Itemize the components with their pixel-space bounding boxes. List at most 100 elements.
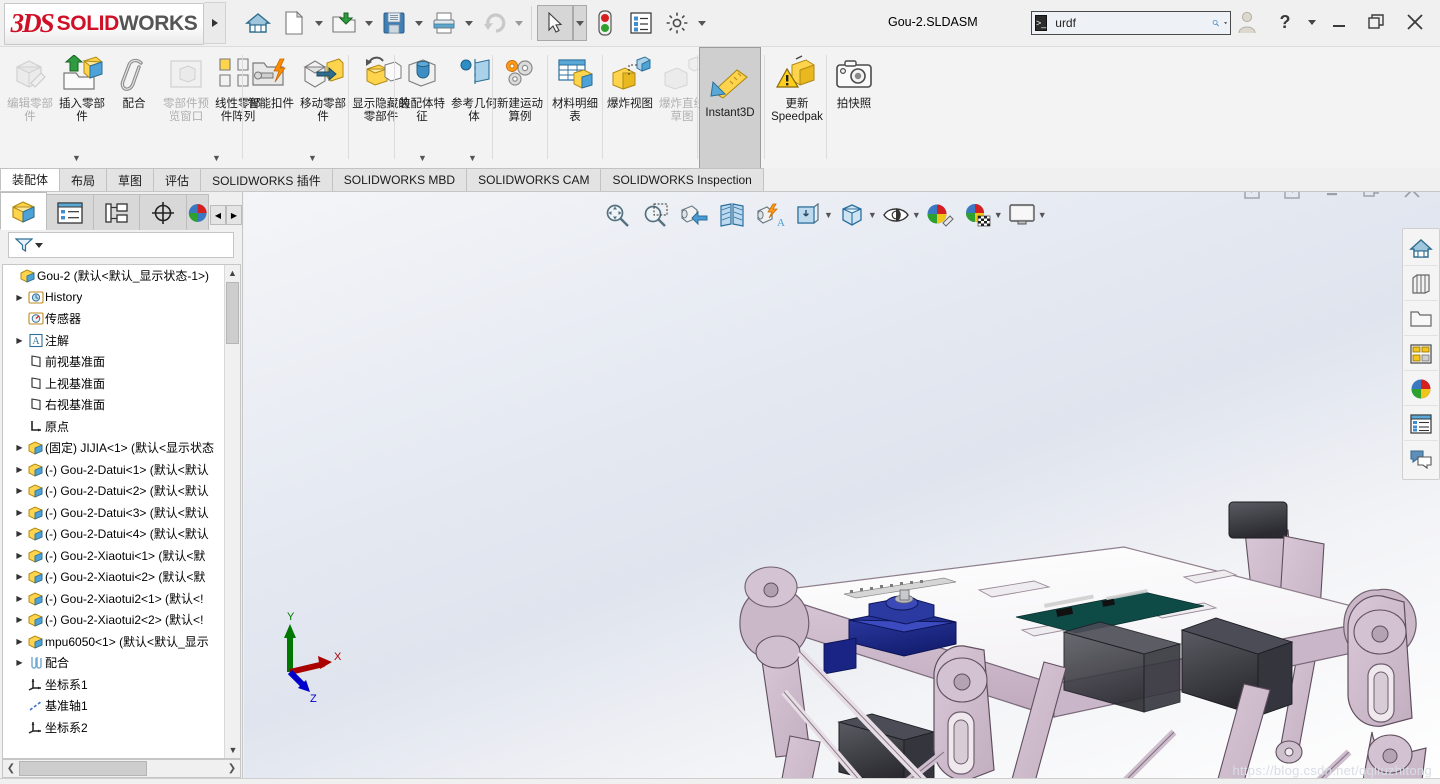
search-input[interactable] [1053,15,1213,31]
tree-horizontal-scrollbar[interactable]: ❮ ❯ [2,759,241,778]
tab-evaluate[interactable]: 评估 [153,168,202,191]
new-motion-study-button[interactable]: 新建运动算例 [494,47,546,159]
group4a-expand-caret[interactable]: ▼ [418,153,427,163]
configuration-manager-tab[interactable] [92,194,141,230]
tree-twisty[interactable]: ▶ [13,615,26,624]
instant3d-button[interactable]: Instant3D [699,47,761,169]
update-speedpak-button[interactable]: 更新 Speedpak [766,47,828,159]
edit-component-button[interactable]: 编辑零部件 [4,47,56,159]
assembly-features-button[interactable]: 装配体特征 [396,47,448,159]
tree-root[interactable]: Gou-2 (默认<默认_显示状态-1>) [3,265,225,287]
graphics-area[interactable]: A ▼ ▼ ▼ ▼ ▼ Y X Z https://blog.csdn.net/… [244,192,1440,784]
tree-datui-2[interactable]: ▶ (-) Gou-2-Datui<2> (默认<默认 [3,480,225,502]
dimxpert-manager-tab[interactable] [139,194,187,230]
property-manager-tab[interactable] [46,194,94,230]
tree-sensors[interactable]: 传感器 [3,308,225,330]
new-document-dropdown[interactable] [312,5,326,41]
search-magnifier-icon[interactable] [1212,14,1220,32]
tree-origin[interactable]: 原点 [3,416,225,438]
new-document-icon[interactable] [276,5,312,41]
tab-assembly[interactable]: 装配体 [0,168,61,191]
feature-tree[interactable]: Gou-2 (默认<默认_显示状态-1>) ▶ History 传感器 ▶ A … [2,264,241,759]
tree-axis-1[interactable]: 基准轴1 [3,695,225,717]
tree-twisty[interactable]: ▶ [13,486,26,495]
minimize-window-button[interactable] [1322,6,1356,38]
scroll-thumb[interactable] [226,282,239,344]
tab-layout[interactable]: 布局 [59,168,108,191]
open-folder-icon[interactable] [1404,302,1438,336]
tree-annotations[interactable]: ▶ A 注解 [3,330,225,352]
file-properties-icon[interactable] [623,5,659,41]
bill-of-materials-button[interactable]: 材料明细表 [549,47,601,159]
hscroll-thumb[interactable] [19,761,147,776]
group2-expand-caret[interactable]: ▼ [308,153,317,163]
menu-expand-arrow[interactable] [204,2,226,44]
tab-sw-addins[interactable]: SOLIDWORKS 插件 [200,168,333,191]
tree-datui-4[interactable]: ▶ (-) Gou-2-Datui<4> (默认<默认 [3,523,225,545]
view-home-icon[interactable] [1404,232,1438,266]
tree-twisty[interactable]: ▶ [13,551,26,560]
group1-expand-caret[interactable]: ▼ [72,153,81,163]
take-snapshot-button[interactable]: 拍快照 [828,47,880,159]
save-icon[interactable] [376,5,412,41]
tree-twisty[interactable]: ▶ [13,443,26,452]
tree-xiaotui-1[interactable]: ▶ (-) Gou-2-Xiaotui<1> (默认<默 [3,545,225,567]
component-preview-window-button[interactable]: 零部件预览窗口 [160,47,212,159]
restore-window-button[interactable] [1360,6,1394,38]
print-icon[interactable] [426,5,462,41]
hscroll-left-arrow[interactable]: ❮ [3,763,19,774]
panel-tab-next-button[interactable]: ▶ [226,205,242,225]
tree-filter-bar[interactable] [8,232,234,258]
display-pane-icon[interactable] [1404,267,1438,301]
smart-fasteners-button[interactable]: 智能扣件 [245,47,297,159]
custom-properties-icon[interactable] [1404,407,1438,441]
tree-twisty[interactable]: ▶ [13,508,26,517]
filter-dropdown-icon[interactable] [35,242,43,248]
tab-sw-inspection[interactable]: SOLIDWORKS Inspection [600,168,764,191]
print-dropdown[interactable] [462,5,476,41]
user-account-icon[interactable] [1230,6,1264,38]
tree-twisty[interactable]: ▶ [13,293,26,302]
search-box[interactable]: >_ [1031,11,1231,35]
rebuild-traffic-light-icon[interactable] [587,5,623,41]
comments-icon[interactable] [1404,442,1438,476]
tree-jijia[interactable]: ▶ (固定) JIJIA<1> (默认<显示状态 [3,437,225,459]
exploded-view-button[interactable]: 爆炸视图 [604,47,656,159]
tree-mates[interactable]: ▶ 配合 [3,652,225,674]
scroll-down-arrow[interactable]: ▼ [225,742,240,758]
tree-datui-3[interactable]: ▶ (-) Gou-2-Datui<3> (默认<默认 [3,502,225,524]
tree-datui-1[interactable]: ▶ (-) Gou-2-Datui<1> (默认<默认 [3,459,225,481]
tree-right-plane[interactable]: 右视基准面 [3,394,225,416]
help-question-icon[interactable]: ? [1268,6,1302,38]
panel-tab-prev-button[interactable]: ◀ [210,205,226,225]
group1b-expand-caret[interactable]: ▼ [212,153,221,163]
tree-twisty[interactable]: ▶ [13,465,26,474]
move-component-button[interactable]: 移动零部件 [297,47,349,159]
tree-xiaotui2-1[interactable]: ▶ (-) Gou-2-Xiaotui2<1> (默认<! [3,588,225,610]
group4b-expand-caret[interactable]: ▼ [468,153,477,163]
tree-twisty[interactable]: ▶ [13,594,26,603]
feature-manager-tab[interactable] [0,192,48,230]
appearances-pane-icon[interactable] [1404,337,1438,371]
tree-twisty[interactable]: ▶ [13,637,26,646]
tab-sketch[interactable]: 草图 [106,168,155,191]
save-dropdown[interactable] [412,5,426,41]
tree-twisty[interactable]: ▶ [13,529,26,538]
open-dropdown[interactable] [362,5,376,41]
tree-twisty[interactable]: ▶ [13,336,26,345]
tree-vertical-scrollbar[interactable]: ▲ ▼ [224,265,240,758]
select-dropdown[interactable] [573,5,587,41]
tree-mpu6050[interactable]: ▶ mpu6050<1> (默认<默认_显示 [3,631,225,653]
undo-dropdown[interactable] [512,5,526,41]
display-manager-tab[interactable] [185,194,209,230]
mate-button[interactable]: 配合 [108,47,160,159]
robot-model-3d-view[interactable]: Y X Z [244,192,1440,784]
insert-components-button[interactable]: 插入零部件 [56,47,108,159]
hscroll-right-arrow[interactable]: ❯ [224,763,240,774]
options-dropdown[interactable] [695,5,709,41]
close-window-button[interactable] [1398,6,1432,38]
tree-xiaotui2-2[interactable]: ▶ (-) Gou-2-Xiaotui2<2> (默认<! [3,609,225,631]
solidworks-logo[interactable]: 3DS SOLID WORKS [4,2,204,45]
scroll-up-arrow[interactable]: ▲ [225,265,240,281]
search-dropdown-icon[interactable] [1223,20,1227,26]
